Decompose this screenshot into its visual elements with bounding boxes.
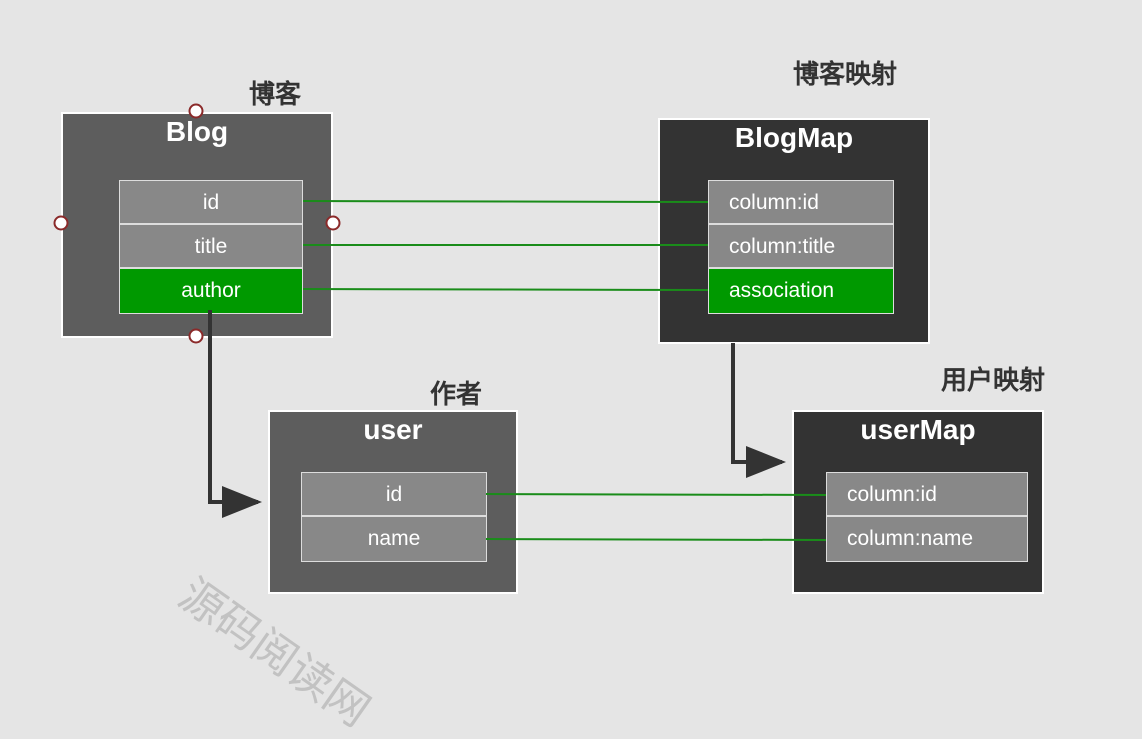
connectors [53, 103, 827, 541]
arrow-author-to-user [208, 310, 262, 518]
resize-handle-top[interactable] [188, 103, 204, 119]
resize-handle-right[interactable] [325, 215, 341, 231]
link-id-to-column-id [302, 200, 709, 203]
link-author-to-association [302, 288, 709, 291]
link-user-id-to-column-id [485, 493, 827, 496]
arrow-blogmap-to-usermap [731, 343, 786, 478]
link-user-name-to-column-name [485, 538, 827, 541]
resize-handle-bottom[interactable] [188, 328, 204, 344]
resize-handle-left[interactable] [53, 215, 69, 231]
